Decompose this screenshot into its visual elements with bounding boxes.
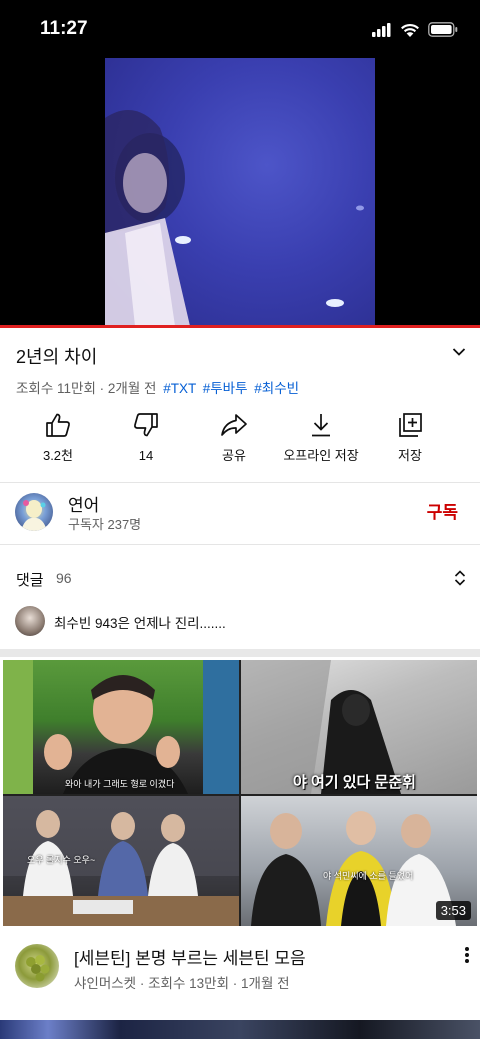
like-button[interactable]: 3.2천 [10,413,106,464]
channel-avatar[interactable] [15,493,53,531]
save-label: 저장 [398,448,422,463]
share-icon [221,414,247,436]
meta-separator: · [99,381,108,396]
upload-date: 2개월 전 [107,381,157,396]
channel-name[interactable]: 연어 [68,491,99,516]
status-icons [372,22,458,37]
top-comment-text: 최수빈 943은 언제나 진리....... [54,616,226,631]
video-progress-fill [0,325,480,328]
panel-art [3,660,239,794]
comments-count: 96 [56,570,72,586]
share-label: 공유 [222,448,246,463]
recommended-view-count: 조회수 13만회 [148,976,229,991]
recommended-channel-avatar[interactable] [15,944,59,988]
view-count: 조회수 11만회 [16,381,96,396]
avatar-image [26,955,50,982]
save-to-playlist-button[interactable]: 저장 [362,413,458,464]
recommended-video-title[interactable]: [세븐틴] 본명 부르는 세븐틴 모음 [74,944,306,969]
video-frame[interactable] [105,58,375,326]
recommended-channel-name: 샤인머스켓 [74,976,137,991]
video-player[interactable] [0,58,480,326]
recommended-video-thumbnail[interactable]: 와아 내가 그래도 형로 이겼다 오우 롤지수 오우~ 야 석민씨에 소를 들었… [3,660,477,926]
video-meta: 조회수 11만회 · 2개월 전 #TXT #투바투 #최수빈 [16,377,299,397]
action-bar: 3.2천 14 공유 오프라인 저장 저장 [0,413,480,473]
next-video-thumbnail[interactable] [0,1020,480,1039]
thumbnail-caption: 와아 내가 그래도 형로 이겼다 [65,779,175,789]
dislike-count: 14 [138,448,154,463]
video-title-row[interactable]: 2년의 차이 [16,343,466,371]
status-time: 11:27 [40,18,88,39]
like-count: 3.2천 [42,448,74,463]
wifi-icon [401,23,419,37]
status-bar: 11:27 [0,0,480,58]
comments-label: 댓글 [16,572,44,589]
thumbnail-caption: 야 석민씨에 소를 들었어 [323,871,414,881]
dislike-button[interactable]: 14 [98,413,194,464]
subscribe-button[interactable]: 구독 [427,498,458,523]
download-icon [312,414,330,437]
save-icon [399,413,422,437]
thumbnail-panel: 와아 내가 그래도 형로 이겼다 [3,660,239,794]
meta-separator: · [232,976,242,991]
video-title: 2년의 차이 [16,347,98,367]
thumbnail-panel: 오우 롤지수 오우~ [3,796,239,926]
hashtag-link[interactable]: #최수빈 [254,381,299,396]
recommended-upload-date: 1개월 전 [241,976,290,991]
thumbs-down-icon [134,413,158,437]
comments-section[interactable]: 댓글 96 최수빈 943은 언제나 진리....... [0,545,480,649]
cellular-signal-icon [372,22,391,37]
share-button[interactable]: 공유 [186,413,282,464]
hashtag-link[interactable]: #투바투 [203,381,248,396]
video-duration-badge: 3:53 [435,901,471,920]
commenter-avatar[interactable] [15,606,45,636]
recommended-video-info[interactable]: [세븐틴] 본명 부르는 세븐틴 모음 샤인머스켓 · 조회수 13만회 · 1… [0,930,480,1010]
avatar-image [21,500,47,531]
more-options-icon[interactable] [464,946,470,964]
video-progress-bar[interactable] [0,325,480,328]
recommended-video-meta: 샤인머스켓 · 조회수 13만회 · 1개월 전 [74,972,290,992]
section-separator [0,649,480,657]
chevron-down-icon[interactable] [452,347,466,357]
channel-row: 연어 구독자 237명 구독 [0,483,480,543]
meta-separator: · [139,976,149,991]
thumbnail-caption: 오우 롤지수 오우~ [27,855,96,865]
battery-icon [428,22,458,37]
thumbs-up-icon [46,413,70,437]
hashtag-link[interactable]: #TXT [163,381,196,396]
thumbnail-caption-large: 야 여기 있다 문준휘 [293,774,416,791]
expand-collapse-icon[interactable] [454,569,466,587]
subscriber-count: 구독자 237명 [68,517,142,532]
video-still [105,110,364,326]
download-label: 오프라인 저장 [283,448,359,463]
download-button[interactable]: 오프라인 저장 [273,413,369,464]
